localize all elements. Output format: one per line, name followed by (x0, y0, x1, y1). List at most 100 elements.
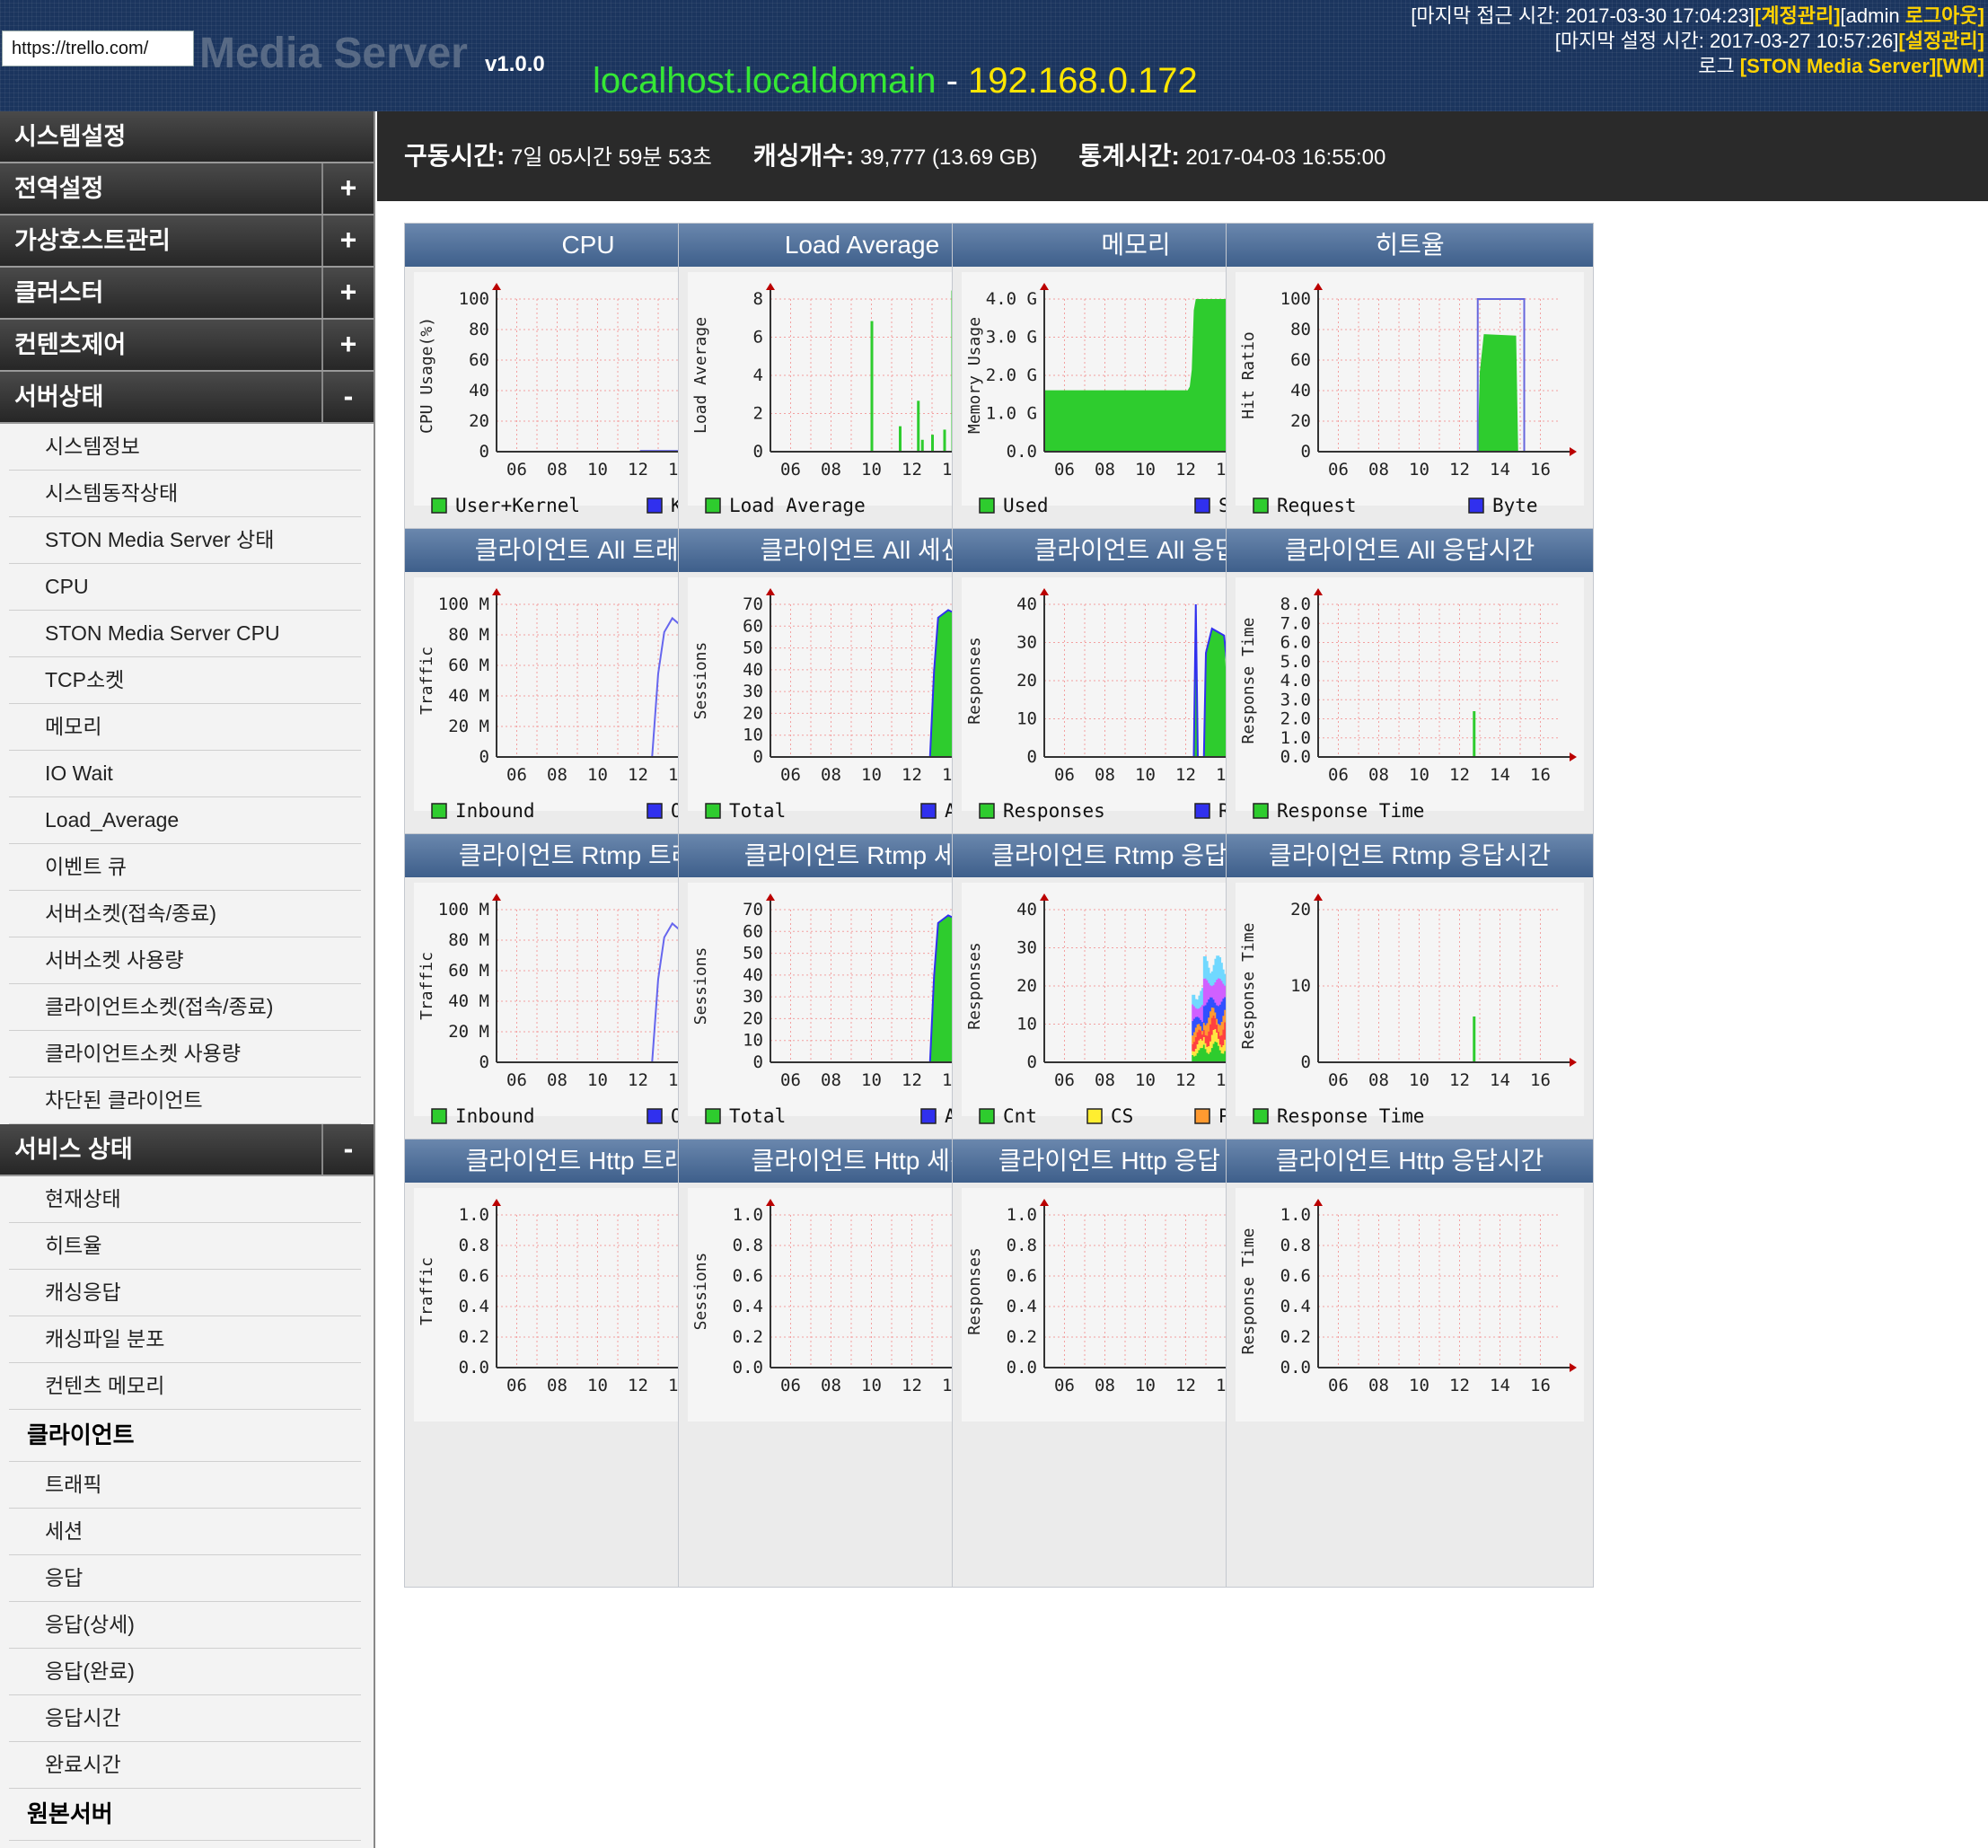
y-tick-label: 40 (469, 381, 489, 400)
legend-label: Total (729, 800, 786, 822)
nav-item[interactable]: 캐싱응답 (9, 1270, 361, 1316)
legend-label: Response Time (1277, 800, 1424, 822)
nav-subheading-origin[interactable]: 원본서버 (9, 1789, 361, 1841)
expand-icon[interactable]: + (321, 268, 374, 318)
nav-section-label: 전역설정 (14, 175, 104, 202)
x-tick-label: 12 (628, 1070, 648, 1090)
collapse-icon[interactable]: - (321, 372, 374, 422)
nav-section-5[interactable]: 서버상태 - (0, 372, 374, 424)
nav-item[interactable]: 클라이언트소켓(접속/종료) (9, 984, 361, 1031)
y-tick-label: 0.6 (1280, 1266, 1311, 1286)
x-tick-label: 10 (1135, 765, 1156, 785)
nav-item[interactable]: 응답 (9, 1555, 361, 1602)
legend-swatch (979, 497, 995, 514)
y-tick-label: 100 M (438, 594, 489, 614)
x-tick-label: 10 (861, 460, 882, 480)
nav-item[interactable]: 시스템동작상태 (9, 471, 361, 517)
nav-section-label: 서비스 상태 (14, 1136, 133, 1163)
y-axis-arrow (1314, 1199, 1323, 1206)
x-tick-label: 08 (1368, 765, 1389, 785)
legend-swatch (1253, 497, 1269, 514)
nav-item[interactable]: STON Media Server CPU (9, 611, 361, 657)
account-management-link[interactable]: [계정관리] (1755, 4, 1841, 27)
y-tick-label: 80 (469, 320, 489, 339)
x-tick-label: 06 (1328, 1070, 1349, 1090)
nav-section-1[interactable]: 전역설정 + (0, 163, 374, 216)
series-spike (1473, 711, 1476, 757)
expand-icon[interactable]: + (321, 163, 374, 214)
nav-item[interactable]: 차단된 클라이언트 (9, 1078, 361, 1124)
y-axis-label: Hit Ratio (1239, 331, 1258, 419)
y-axis-label: Sessions (691, 642, 710, 720)
setting-management-link[interactable]: [설정관리] (1898, 30, 1984, 52)
nav-item[interactable]: 서버소켓(접속/종료) (9, 891, 361, 937)
x-tick-label: 12 (1175, 460, 1196, 480)
legend-swatch (1194, 497, 1210, 514)
y-tick-label: 0 (1301, 1052, 1311, 1072)
y-tick-label: 20 (1290, 900, 1311, 920)
logout-link[interactable]: 로그아웃] (1905, 4, 1984, 27)
nav-section-2[interactable]: 가상호스트관리 + (0, 216, 374, 268)
nav-item[interactable]: 현재상태 (9, 1176, 361, 1223)
nav-section-3[interactable]: 클러스터 + (0, 268, 374, 320)
x-tick-label: 06 (506, 460, 527, 480)
nav-item[interactable]: CPU (9, 564, 361, 611)
y-tick-label: 20 (469, 411, 489, 431)
nav-item[interactable]: 응답시간 (9, 1695, 361, 1742)
expand-icon[interactable]: + (321, 216, 374, 266)
collapse-icon[interactable]: - (321, 1124, 374, 1175)
nav-item[interactable]: 클라이언트소켓 사용량 (9, 1031, 361, 1078)
y-tick-label: 0 (753, 747, 763, 767)
series-spike (917, 400, 920, 452)
y-tick-label: 80 M (448, 930, 489, 950)
y-tick-label: 0.8 (1280, 1236, 1311, 1255)
y-tick-label: 40 (1016, 594, 1037, 614)
nav-item[interactable]: 응답(상세) (9, 1602, 361, 1649)
nav-item[interactable]: 완료시간 (9, 1742, 361, 1789)
nav-item[interactable]: 세션 (9, 1509, 361, 1555)
legend-swatch (647, 803, 663, 819)
nav-item[interactable]: 컨텐츠 메모리 (9, 1363, 361, 1410)
nav-item[interactable]: 캐싱파일 분포 (9, 1316, 361, 1363)
y-axis-label: Responses (965, 942, 984, 1030)
y-tick-label: 20 (1016, 976, 1037, 996)
log-wm-link[interactable]: [WM] (1936, 55, 1984, 77)
session-info: [마지막 접근 시간: 2017-03-30 17:04:23][계정관리][a… (1411, 4, 1984, 79)
expand-icon[interactable]: + (321, 320, 374, 370)
y-tick-label: 20 M (448, 1022, 489, 1042)
nav-section-label: 가상호스트관리 (14, 227, 171, 254)
x-tick-label: 06 (506, 1070, 527, 1090)
chart-panel-title: 클라이언트 Rtmp 응답시간 (1227, 834, 1593, 877)
x-tick-label: 08 (1095, 1376, 1115, 1395)
nav-subheading-client[interactable]: 클라이언트 (9, 1410, 361, 1462)
nav-item[interactable]: 이벤트 큐 (9, 844, 361, 891)
nav-item[interactable]: 메모리 (9, 704, 361, 751)
y-tick-label: 0 (1301, 442, 1311, 462)
x-tick-label: 08 (547, 765, 567, 785)
legend-label: CS (1111, 1105, 1133, 1127)
nav-item[interactable]: 히트율 (9, 1223, 361, 1270)
nav-item[interactable]: Load_Average (9, 797, 361, 844)
log-ston-link[interactable]: [STON Media Server] (1740, 55, 1936, 77)
nav-item[interactable]: 응답(완료) (9, 1649, 361, 1695)
nav-item[interactable]: 시스템정보 (9, 424, 361, 471)
y-tick-label: 2.0 G (986, 365, 1037, 385)
nav-item[interactable]: STON Media Server 상태 (9, 517, 361, 564)
y-tick-label: 0.4 (733, 1297, 763, 1316)
x-tick-label: 10 (861, 1376, 882, 1395)
nav-item[interactable]: 서버소켓 사용량 (9, 937, 361, 984)
nav-section-0[interactable]: 시스템설정 (0, 111, 374, 163)
nav-item[interactable]: IO Wait (9, 751, 361, 797)
legend-label: Responses (1003, 800, 1105, 822)
nav-section-4[interactable]: 컨텐츠제어 + (0, 320, 374, 372)
x-tick-label: 06 (1328, 765, 1349, 785)
y-tick-label: 50 (743, 638, 763, 658)
legend-label: Total (729, 1105, 786, 1127)
uptime-label: 구동시간: (404, 142, 506, 170)
y-tick-label: 4.0 (1280, 671, 1311, 691)
series-spike (920, 439, 924, 452)
nav-item[interactable]: TCP소켓 (9, 657, 361, 704)
nav-item[interactable]: 트래픽 (9, 1462, 361, 1509)
x-tick-label: 06 (1054, 1070, 1075, 1090)
nav-section-6[interactable]: 서비스 상태 - (0, 1124, 374, 1176)
